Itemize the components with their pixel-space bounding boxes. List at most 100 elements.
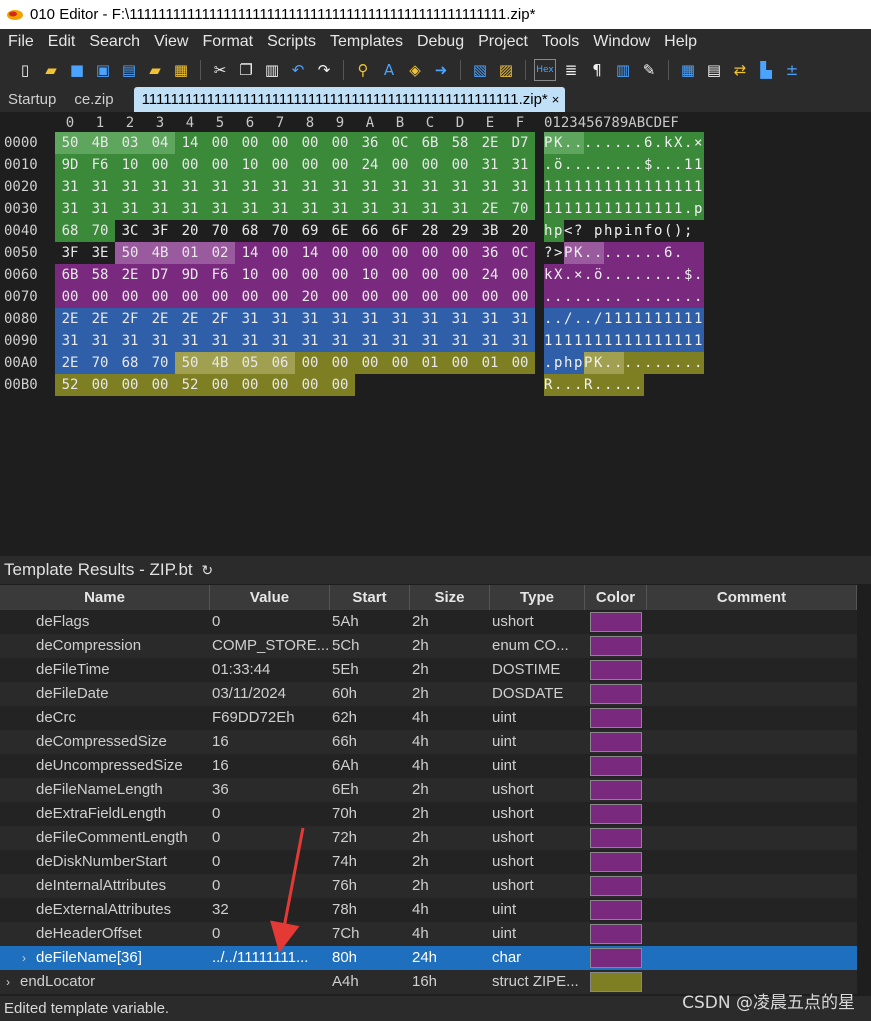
hex-byte[interactable]: 31 (475, 176, 505, 198)
replace-icon[interactable]: A (378, 59, 400, 81)
hex-byte[interactable]: 00 (265, 374, 295, 396)
table-row[interactable]: deFlags 0 5Ah 2h ushort (0, 610, 857, 634)
column-header-type[interactable]: Type (490, 585, 585, 610)
hex-byte[interactable]: 00 (145, 154, 175, 176)
hex-byte[interactable]: 14 (295, 242, 325, 264)
hex-byte[interactable]: 31 (475, 330, 505, 352)
hex-byte[interactable]: 00 (445, 286, 475, 308)
hex-byte[interactable]: 20 (175, 220, 205, 242)
hex-byte[interactable]: 00 (295, 132, 325, 154)
table-row[interactable]: deCrc F69DD72Eh 62h 4h uint (0, 706, 857, 730)
columns-icon[interactable]: ▥ (612, 59, 634, 81)
text-mode-icon[interactable]: ≣ (560, 59, 582, 81)
tab-ce-zip[interactable]: ce.zip (66, 87, 123, 112)
hex-byte[interactable]: 50 (55, 132, 85, 154)
hex-byte[interactable]: 10 (355, 264, 385, 286)
table-row-selected[interactable]: › deFileName[36] ../../11111111... 80h 24h ch… (0, 946, 857, 970)
hex-byte[interactable]: 3F (145, 220, 175, 242)
hex-byte[interactable]: 0C (505, 242, 535, 264)
hex-byte[interactable]: 70 (145, 352, 175, 374)
hex-byte[interactable]: 31 (115, 176, 145, 198)
ascii-text[interactable]: 11111111111111.p (544, 198, 704, 220)
hex-byte[interactable]: 31 (355, 308, 385, 330)
hex-byte[interactable]: 00 (115, 374, 145, 396)
color-swatch[interactable] (590, 804, 642, 824)
hex-byte[interactable]: 00 (445, 352, 475, 374)
hex-byte[interactable]: 2E (115, 264, 145, 286)
hex-byte[interactable]: 31 (295, 176, 325, 198)
hex-byte[interactable]: 4B (205, 352, 235, 374)
color-swatch[interactable] (590, 684, 642, 704)
hex-byte[interactable]: 70 (85, 220, 115, 242)
hex-byte[interactable]: 2E (475, 198, 505, 220)
hex-byte[interactable]: 31 (85, 330, 115, 352)
hex-byte[interactable]: F6 (205, 264, 235, 286)
hex-byte[interactable]: 4B (85, 132, 115, 154)
ascii-text[interactable]: kX.×.ö........$. (544, 264, 704, 286)
hex-byte[interactable]: 70 (265, 220, 295, 242)
hex-byte[interactable]: 00 (415, 286, 445, 308)
hex-byte[interactable]: 04 (145, 132, 175, 154)
hex-byte[interactable]: 00 (355, 242, 385, 264)
hex-byte[interactable]: 00 (205, 132, 235, 154)
ascii-text[interactable]: 1111111111111111 (544, 176, 704, 198)
hex-byte[interactable]: 31 (55, 176, 85, 198)
histogram-icon[interactable]: ▙ (755, 59, 777, 81)
hex-byte[interactable]: 31 (385, 308, 415, 330)
hex-editor[interactable]: 0 1 2 3 4 5 6 7 8 9 A B C D E F 0123456789ABCDEF 0000 50 4… (0, 112, 871, 552)
menu-templates[interactable]: Templates (324, 29, 411, 55)
hex-byte[interactable]: 31 (325, 198, 355, 220)
hex-byte[interactable]: 00 (385, 242, 415, 264)
hex-byte[interactable]: 2F (205, 308, 235, 330)
menu-project[interactable]: Project (472, 29, 536, 55)
hex-byte[interactable]: 58 (85, 264, 115, 286)
hex-byte[interactable]: 2E (175, 308, 205, 330)
hex-byte[interactable]: 31 (325, 176, 355, 198)
ascii-text[interactable]: hp<? phpinfo(); (544, 220, 704, 242)
save-icon[interactable]: ■ (66, 59, 88, 81)
hex-byte[interactable]: 10 (235, 264, 265, 286)
hex-byte[interactable]: 2F (115, 308, 145, 330)
hex-byte[interactable]: 00 (355, 286, 385, 308)
hex-byte[interactable]: 10 (115, 154, 145, 176)
hex-byte[interactable]: 31 (445, 308, 475, 330)
hex-byte[interactable]: 36 (355, 132, 385, 154)
hex-byte[interactable]: 00 (385, 286, 415, 308)
column-header-start[interactable]: Start (330, 585, 410, 610)
paste-icon[interactable]: ▥ (261, 59, 283, 81)
hex-byte[interactable]: 68 (115, 352, 145, 374)
calculator-icon[interactable]: ▦ (677, 59, 699, 81)
hex-byte[interactable]: 70 (85, 352, 115, 374)
color-swatch[interactable] (590, 612, 642, 632)
hex-byte[interactable]: 52 (55, 374, 85, 396)
hex-byte[interactable]: 00 (235, 286, 265, 308)
hex-byte[interactable]: 31 (85, 176, 115, 198)
hex-byte[interactable]: 3C (115, 220, 145, 242)
ascii-text[interactable]: PK........6.kX.× (544, 132, 704, 154)
hex-byte[interactable]: 31 (295, 308, 325, 330)
open-workspace-icon[interactable]: ▰ (144, 59, 166, 81)
hex-byte[interactable]: 31 (205, 330, 235, 352)
hex-byte[interactable]: 31 (175, 330, 205, 352)
color-swatch[interactable] (590, 852, 642, 872)
hex-byte[interactable]: 9D (55, 154, 85, 176)
hex-byte[interactable]: 01 (475, 352, 505, 374)
hex-byte[interactable]: 00 (145, 286, 175, 308)
hex-byte[interactable]: 00 (325, 352, 355, 374)
table-row[interactable]: deExtraFieldLength 0 70h 2h ushort (0, 802, 857, 826)
hex-byte[interactable]: 31 (325, 330, 355, 352)
find-icon[interactable]: ⚲ (352, 59, 374, 81)
hex-byte[interactable]: 31 (235, 176, 265, 198)
ascii-text[interactable]: .phpPK.......... (544, 352, 704, 374)
hex-byte[interactable]: 31 (235, 198, 265, 220)
table-row[interactable]: deDiskNumberStart 0 74h 2h ushort (0, 850, 857, 874)
hex-byte[interactable]: 29 (445, 220, 475, 242)
hex-byte[interactable]: 2E (475, 132, 505, 154)
copy-icon[interactable]: ❐ (235, 59, 257, 81)
hex-byte[interactable]: 00 (265, 286, 295, 308)
hex-byte[interactable]: 31 (505, 330, 535, 352)
hex-byte[interactable]: 31 (145, 330, 175, 352)
menu-search[interactable]: Search (83, 29, 148, 55)
hex-byte[interactable]: 6B (415, 132, 445, 154)
ascii-text[interactable]: 1111111111111111 (544, 330, 704, 352)
